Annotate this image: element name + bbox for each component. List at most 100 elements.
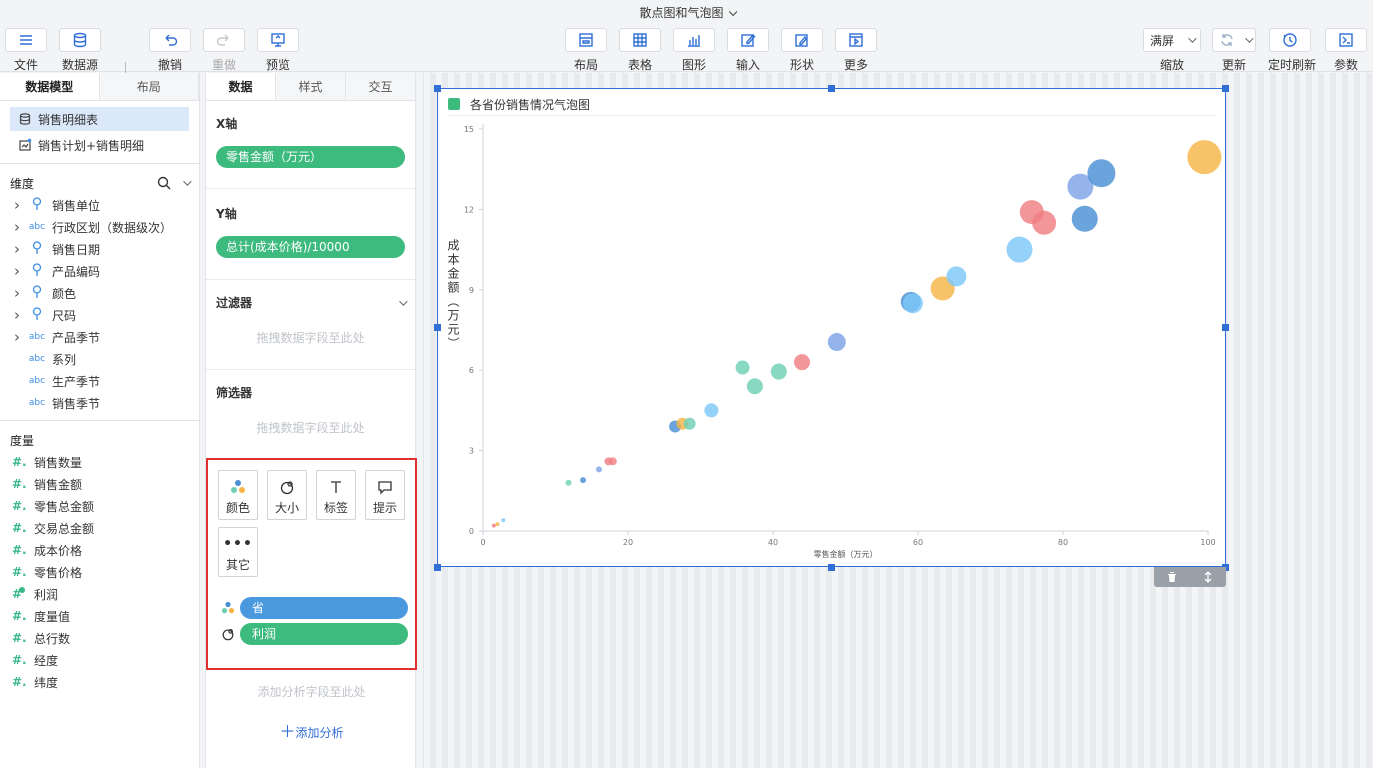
- params-button[interactable]: 参数: [1324, 28, 1368, 73]
- add-analysis-button[interactable]: ＋添加分析: [206, 718, 417, 742]
- dimension-field-item[interactable]: › abc 产品季节: [0, 326, 199, 348]
- measure-field-item[interactable]: #. 总行数: [0, 627, 199, 649]
- expand-chevron-icon[interactable]: ›: [14, 218, 26, 236]
- measure-field-item[interactable]: #. 交易总金额: [0, 517, 199, 539]
- field-label: 销售季节: [52, 396, 101, 411]
- bubble-chart-widget[interactable]: 各省份销售情况气泡图 成本金额（万元） 0 3 6 9 12 15 0 20 40 60 80 100…: [437, 88, 1226, 567]
- zoom-select[interactable]: 满屏: [1143, 28, 1201, 52]
- y-tick-label: 12: [464, 205, 474, 214]
- measure-field-item[interactable]: #. 纬度: [0, 671, 199, 693]
- expand-chevron-icon[interactable]: ›: [14, 328, 26, 346]
- refresh-control[interactable]: 更新: [1212, 28, 1256, 73]
- measure-field-item[interactable]: #. 成本价格: [0, 539, 199, 561]
- resize-handle-n[interactable]: [828, 85, 835, 92]
- y-tick-label: 15: [464, 125, 474, 134]
- measure-field-item[interactable]: #. 经度: [0, 649, 199, 671]
- resize-handle-nw[interactable]: [434, 85, 441, 92]
- mark-other-label: 其它: [225, 558, 250, 572]
- layout-button[interactable]: 布局: [564, 28, 608, 73]
- color-field-pill[interactable]: 省: [240, 597, 408, 619]
- mark-label-button[interactable]: 标签: [316, 470, 356, 520]
- resize-handle-s[interactable]: [828, 564, 835, 571]
- window-title[interactable]: 散点图和气泡图: [0, 0, 1373, 26]
- mark-other-button[interactable]: ••• 其它: [218, 527, 258, 577]
- undo-button[interactable]: 撤销: [148, 28, 192, 73]
- expand-chevron-icon[interactable]: ›: [14, 262, 26, 280]
- text-type-icon: abc: [28, 332, 46, 342]
- layout-icon: [579, 33, 593, 47]
- measure-field-item[interactable]: # 利润: [0, 583, 199, 605]
- mark-color-button[interactable]: 颜色: [218, 470, 258, 520]
- delete-icon[interactable]: [1166, 571, 1178, 583]
- preview-button[interactable]: 预览: [256, 28, 300, 73]
- tab-data-model[interactable]: 数据模型: [0, 73, 100, 100]
- graph-button[interactable]: 图形: [672, 28, 716, 73]
- redo-button[interactable]: 重做: [202, 28, 246, 73]
- dimension-field-item[interactable]: › 颜色: [0, 282, 199, 304]
- table-button[interactable]: 表格: [618, 28, 662, 73]
- measure-field-item[interactable]: #. 度量值: [0, 605, 199, 627]
- more-button[interactable]: 更多: [834, 28, 878, 73]
- file-button[interactable]: 文件: [4, 28, 48, 73]
- mark-size-button[interactable]: 大小: [267, 470, 307, 520]
- measure-field-item[interactable]: #. 销售数量: [0, 451, 199, 473]
- dimension-field-item[interactable]: abc 生产季节: [0, 370, 199, 392]
- text-type-icon: abc: [28, 354, 46, 364]
- y-axis-field[interactable]: 总计(成本价格)/10000: [216, 236, 405, 258]
- analysis-drop-zone[interactable]: 添加分析字段至此处: [206, 683, 417, 700]
- expand-chevron-icon[interactable]: ›: [14, 306, 26, 324]
- dataset-item-sales-detail[interactable]: 销售明细表: [10, 107, 189, 131]
- measure-field-item[interactable]: #. 销售金额: [0, 473, 199, 495]
- dimension-field-item[interactable]: › abc 行政区划（数据级次）: [0, 216, 199, 238]
- chevron-down-icon[interactable]: [1244, 34, 1254, 43]
- filter-section: 过滤器 拖拽数据字段至此处: [206, 280, 415, 370]
- field-label: 销售单位: [52, 198, 101, 213]
- table-label: 表格: [627, 58, 652, 72]
- bubble-point: [608, 457, 617, 466]
- bubble-point: [735, 360, 750, 375]
- move-icon[interactable]: [1202, 571, 1214, 583]
- tab-data[interactable]: 数据: [206, 73, 276, 100]
- input-button[interactable]: 输入: [726, 28, 770, 73]
- x-axis-label: 零售金额（万元）: [814, 549, 878, 559]
- resize-handle-ne[interactable]: [1222, 85, 1229, 92]
- dimension-field-item[interactable]: › 销售日期: [0, 238, 199, 260]
- x-axis-field[interactable]: 零售金额（万元）: [216, 146, 405, 168]
- mark-tooltip-button[interactable]: 提示: [365, 470, 405, 520]
- chevron-down-icon[interactable]: [399, 296, 408, 306]
- resize-handle-sw[interactable]: [434, 564, 441, 571]
- dimension-field-item[interactable]: abc 系列: [0, 348, 199, 370]
- timed-refresh-button[interactable]: 定时刷新: [1268, 28, 1316, 73]
- resize-handle-e[interactable]: [1222, 324, 1229, 331]
- measure-section-header: 度量: [0, 429, 199, 451]
- dimension-field-item[interactable]: › 销售单位: [0, 194, 199, 216]
- expand-chevron-icon[interactable]: ›: [14, 240, 26, 258]
- datasource-button[interactable]: 数据源: [58, 28, 102, 73]
- expand-chevron-icon[interactable]: ›: [14, 196, 26, 214]
- tab-style[interactable]: 样式: [276, 73, 346, 100]
- dimension-field-item[interactable]: › 产品编码: [0, 260, 199, 282]
- text-type-icon: abc: [28, 398, 46, 408]
- shape-button[interactable]: 形状: [780, 28, 824, 73]
- title-dropdown-icon[interactable]: [728, 7, 737, 17]
- filter-drop-zone[interactable]: 拖拽数据字段至此处: [216, 311, 405, 364]
- field-label: 销售金额: [34, 477, 83, 492]
- dimension-field-item[interactable]: abc 销售季节: [0, 392, 199, 414]
- measure-field-item[interactable]: #. 零售价格: [0, 561, 199, 583]
- dataset-item-plan-detail[interactable]: 销售计划+销售明细: [10, 133, 189, 157]
- resize-handle-w[interactable]: [434, 324, 441, 331]
- tab-layout[interactable]: 布局: [99, 73, 199, 100]
- redo-icon: [216, 34, 229, 46]
- search-icon[interactable]: [157, 176, 171, 190]
- size-field-pill[interactable]: 利润: [240, 623, 408, 645]
- measure-field-item[interactable]: #. 零售总金额: [0, 495, 199, 517]
- expand-chevron-icon[interactable]: ›: [14, 284, 26, 302]
- tab-interaction[interactable]: 交互: [346, 73, 415, 100]
- bubble-point: [827, 333, 846, 352]
- zoom-control[interactable]: 满屏 缩放: [1143, 28, 1201, 73]
- chevron-down-icon[interactable]: [183, 177, 192, 186]
- bubble-point: [1087, 159, 1116, 188]
- zoom-label: 缩放: [1159, 58, 1184, 72]
- dimension-field-item[interactable]: › 尺码: [0, 304, 199, 326]
- selector-drop-zone[interactable]: 拖拽数据字段至此处: [216, 401, 405, 454]
